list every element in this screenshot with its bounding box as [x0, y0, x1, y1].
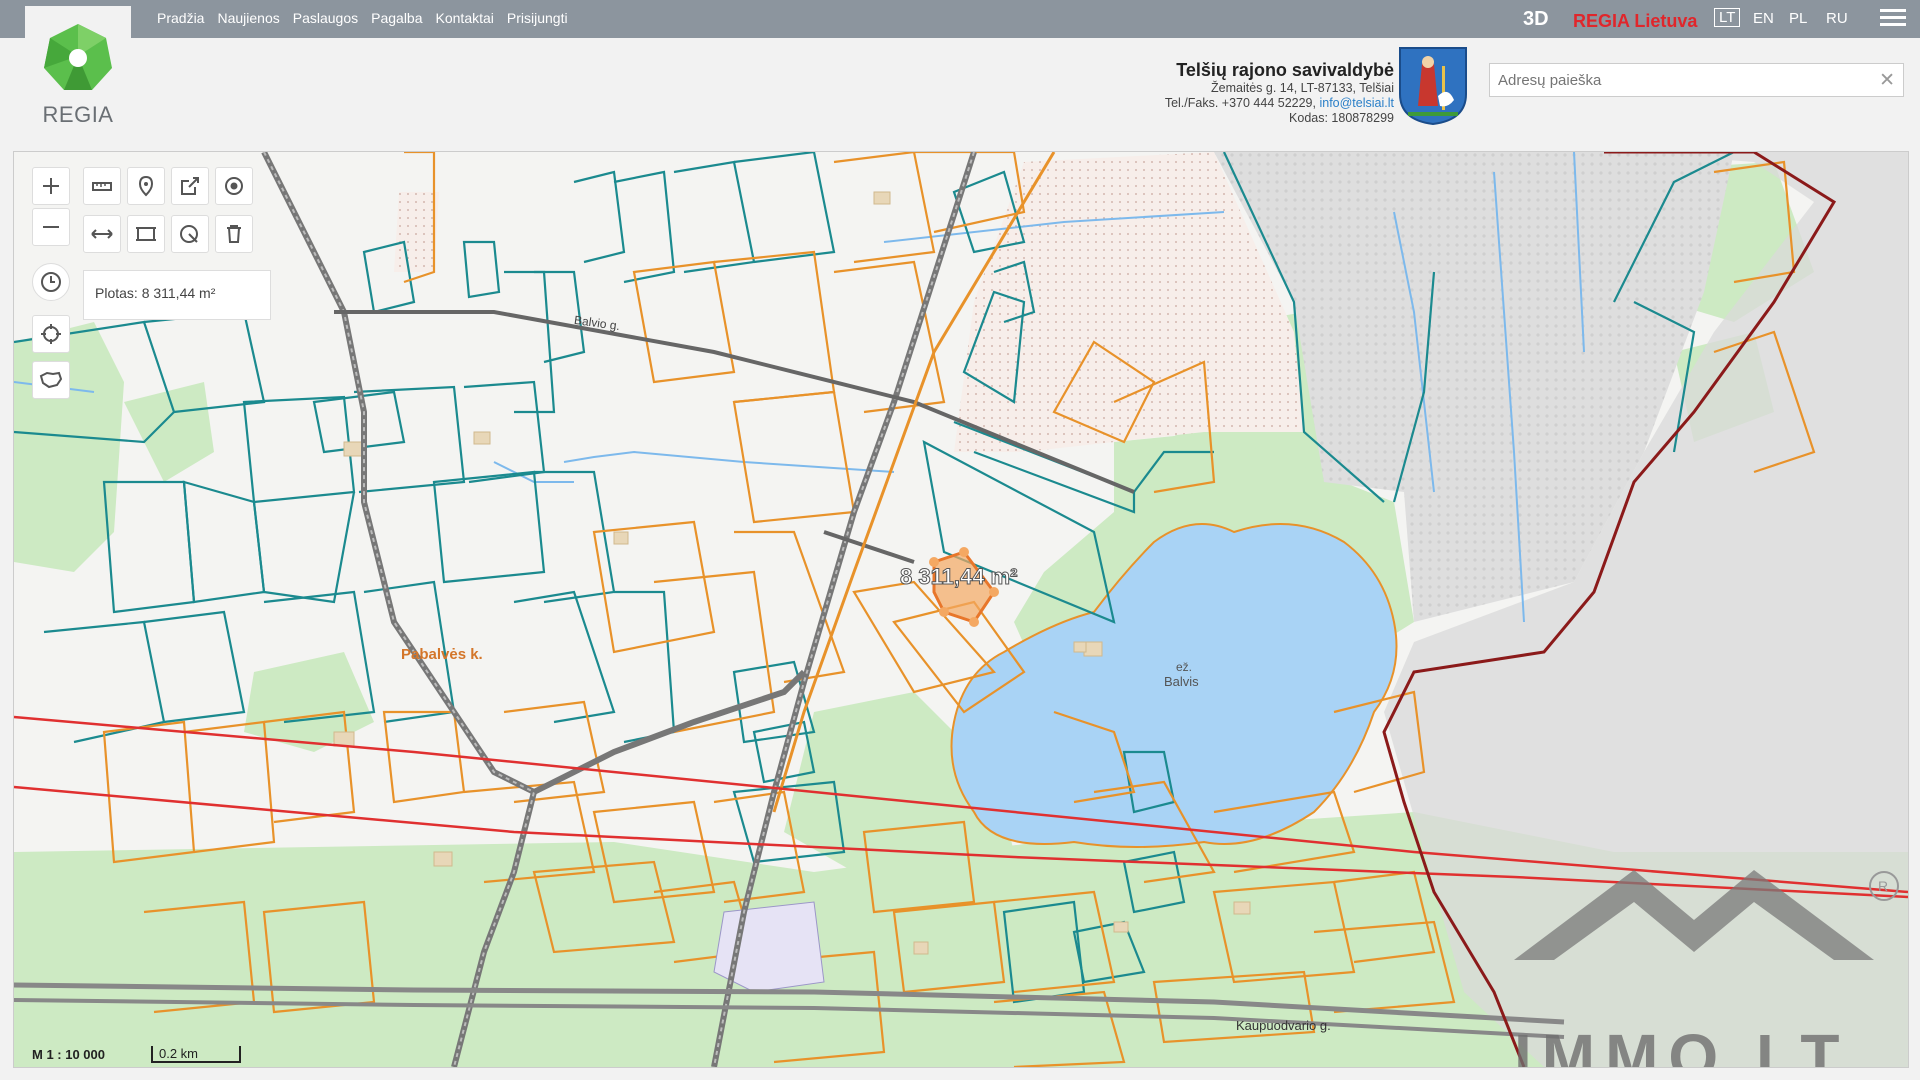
distance-icon	[91, 229, 113, 239]
scale-bar: 0.2 km	[151, 1046, 241, 1063]
address-search: ✕	[1489, 63, 1904, 97]
trash-icon	[227, 225, 241, 243]
marker-button[interactable]	[127, 167, 165, 205]
nav-pradzia[interactable]: Pradžia	[157, 10, 204, 26]
clock-icon	[41, 272, 61, 292]
lang-lt[interactable]: LT	[1714, 8, 1741, 27]
point-button[interactable]	[215, 167, 253, 205]
zoom-in-button[interactable]	[32, 167, 70, 205]
nav-pagalba[interactable]: Pagalba	[371, 10, 422, 26]
immo-watermark: IMMO.LT	[1514, 1020, 1850, 1068]
measure-area-button[interactable]	[127, 215, 165, 253]
village-label: Pabalvės k.	[401, 646, 483, 663]
parcel-area-label: 8 311,44 m²	[899, 564, 1018, 590]
municipality-info: Telšių rajono savivaldybė Žemaitės g. 14…	[1165, 60, 1394, 126]
lang-en[interactable]: EN	[1753, 10, 1774, 27]
area-popup-text: Plotas: 8 311,44 m²	[95, 285, 216, 301]
zoom-out-button[interactable]	[32, 208, 70, 246]
municipality-name: Telšių rajono savivaldybė	[1176, 60, 1394, 80]
country-button[interactable]	[32, 361, 70, 399]
map-pin-icon	[138, 175, 154, 197]
map-scale: M 1 : 10 000	[32, 1047, 105, 1062]
regia-logo-icon	[44, 24, 112, 90]
crosshair-icon	[41, 324, 61, 344]
lang-pl[interactable]: PL	[1789, 10, 1807, 27]
share-icon	[181, 177, 199, 195]
top-bar: Pradžia Naujienos Paslaugos Pagalba Kont…	[0, 0, 1920, 38]
coat-of-arms-icon	[1399, 47, 1467, 126]
minus-icon	[43, 226, 59, 228]
lake-prefix: ež.	[1176, 660, 1193, 674]
share-button[interactable]	[171, 167, 209, 205]
radius-icon	[180, 225, 198, 243]
history-button[interactable]	[32, 263, 70, 301]
map-viewport[interactable]: R Balvio g. 8 311,44 m² ež. Balvis Pabal…	[13, 151, 1909, 1068]
municipality-phone: Tel./Faks. +370 444 52229,	[1164, 96, 1316, 110]
area-popup: Plotas: 8 311,44 m²	[83, 270, 271, 320]
plus-icon	[43, 178, 59, 194]
measure-distance-button[interactable]	[83, 215, 121, 253]
target-icon	[225, 177, 243, 195]
address-search-input[interactable]	[1496, 64, 1870, 96]
delete-button[interactable]	[215, 215, 253, 253]
lang-ru[interactable]: RU	[1826, 10, 1848, 27]
municipality-email[interactable]: info@telsiai.lt	[1319, 96, 1394, 110]
clear-search-icon[interactable]: ✕	[1879, 69, 1895, 92]
nav-prisijungti[interactable]: Prisijungti	[507, 10, 568, 26]
menu-icon[interactable]	[1880, 9, 1906, 29]
municipality-code: Kodas: 180878299	[1289, 111, 1394, 125]
municipality-address: Žemaitės g. 14, LT-87133, Telšiai	[1211, 81, 1394, 95]
main-nav: Pradžia Naujienos Paslaugos Pagalba Kont…	[157, 10, 581, 26]
logo-text: REGIA	[42, 102, 114, 127]
street-label-kaupuodvario: Kaupuodvario g.	[1236, 1018, 1331, 1033]
watermark-text: IMMO.LT	[1514, 1021, 1850, 1068]
nav-kontaktai[interactable]: Kontaktai	[436, 10, 494, 26]
small-dotted	[394, 192, 439, 272]
locate-button[interactable]	[32, 315, 70, 353]
municipality-contacts: Tel./Faks. +370 444 52229, info@telsiai.…	[1165, 96, 1394, 111]
measure-radius-button[interactable]	[171, 215, 209, 253]
map-canvas[interactable]: R	[14, 152, 1908, 1067]
measure-line-button[interactable]	[83, 167, 121, 205]
scale-bar-label: 0.2 km	[159, 1046, 199, 1061]
nav-naujienos[interactable]: Naujienos	[217, 10, 279, 26]
ruler-icon	[92, 182, 112, 191]
nav-paslaugos[interactable]: Paslaugos	[293, 10, 358, 26]
registered-mark: R	[1878, 878, 1888, 894]
regia-lietuva-link[interactable]: REGIA Lietuva	[1573, 11, 1697, 32]
map-outline-icon	[39, 371, 63, 389]
area-icon	[136, 227, 156, 241]
regia-logo[interactable]: REGIA	[25, 6, 131, 146]
lake-name: Balvis	[1164, 674, 1199, 689]
3d-button[interactable]: 3D	[1523, 8, 1549, 31]
